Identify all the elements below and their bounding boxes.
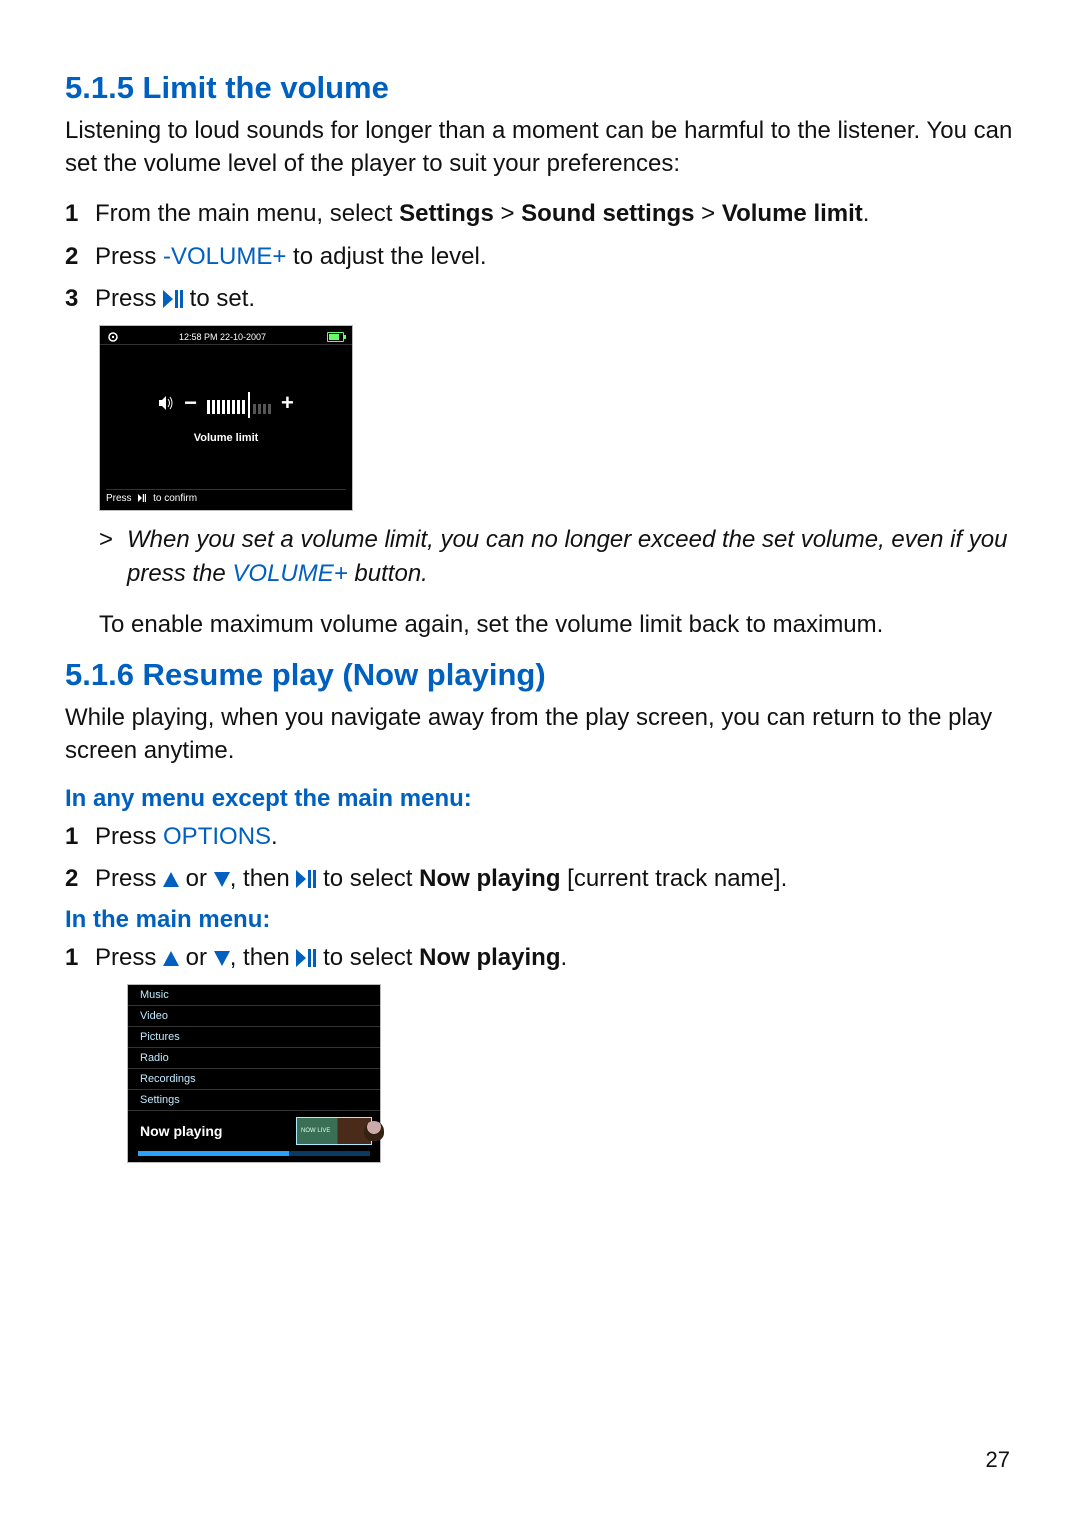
gear-icon	[108, 332, 118, 342]
play-pause-icon	[138, 494, 146, 502]
album-art-face	[364, 1121, 384, 1141]
step-text: Press -VOLUME+ to adjust the level.	[95, 241, 487, 273]
note-bullet: >	[99, 523, 127, 590]
step-text: Press or , then to select Now playing [c…	[95, 863, 787, 895]
step-text: Press to set.	[95, 283, 255, 315]
device-time: 12:58 PM 22-10-2007	[179, 332, 266, 342]
heading-515: 5.1.5 Limit the volume	[65, 70, 1015, 106]
step-num: 1	[65, 821, 95, 853]
menu-item: Recordings	[128, 1069, 380, 1090]
play-pause-icon	[163, 285, 183, 312]
intro-516: While playing, when you navigate away fr…	[65, 701, 1015, 767]
step-num: 3	[65, 283, 95, 315]
volume-ticks	[207, 392, 271, 414]
plus-icon: +	[281, 390, 294, 416]
now-playing-label: Now playing	[140, 1123, 222, 1139]
menu-item: Music	[128, 985, 380, 1006]
subhead-mainmenu: In the main menu:	[65, 906, 1015, 934]
device-footer: Press to confirm	[106, 489, 346, 504]
device-volume-limit-screenshot: 12:58 PM 22-10-2007 − + Volume limit Pre…	[99, 325, 353, 511]
device-vol-label: Volume limit	[100, 432, 352, 444]
play-pause-icon	[296, 865, 316, 892]
triangle-up-icon	[163, 944, 179, 971]
steps-515: 1 From the main menu, select Settings > …	[65, 198, 1015, 315]
triangle-up-icon	[163, 865, 179, 892]
note-515: > When you set a volume limit, you can n…	[99, 523, 1015, 638]
step-text: From the main menu, select Settings > So…	[95, 198, 869, 230]
triangle-down-icon	[214, 865, 230, 892]
step-num: 2	[65, 241, 95, 273]
battery-icon	[327, 332, 344, 342]
intro-515: Listening to loud sounds for longer than…	[65, 114, 1015, 180]
step-num: 2	[65, 863, 95, 895]
menu-item: Video	[128, 1006, 380, 1027]
steps-516a: 1 Press OPTIONS. 2 Press or , then to se…	[65, 821, 1015, 896]
note-text: When you set a volume limit, you can no …	[127, 523, 1015, 590]
menu-item: Pictures	[128, 1027, 380, 1048]
step-num: 1	[65, 942, 95, 974]
progress-bar	[138, 1151, 370, 1156]
menu-item: Radio	[128, 1048, 380, 1069]
device-main-menu-screenshot: Music Video Pictures Radio Recordings Se…	[127, 984, 381, 1163]
now-playing-thumb: NOW LIVE	[296, 1117, 372, 1145]
play-pause-icon	[296, 944, 316, 971]
step-text: Press OPTIONS.	[95, 821, 278, 853]
minus-icon: −	[184, 390, 197, 416]
note-line2: To enable maximum volume again, set the …	[99, 611, 1015, 639]
step-text: Press or , then to select Now playing.	[95, 942, 567, 974]
subhead-anymenu: In any menu except the main menu:	[65, 785, 1015, 813]
triangle-down-icon	[214, 944, 230, 971]
heading-516: 5.1.6 Resume play (Now playing)	[65, 657, 1015, 693]
speaker-icon	[158, 395, 174, 411]
steps-516b: 1 Press or , then to select Now playing.	[65, 942, 1015, 974]
step-num: 1	[65, 198, 95, 230]
menu-item: Settings	[128, 1090, 380, 1111]
page-number: 27	[986, 1447, 1010, 1473]
